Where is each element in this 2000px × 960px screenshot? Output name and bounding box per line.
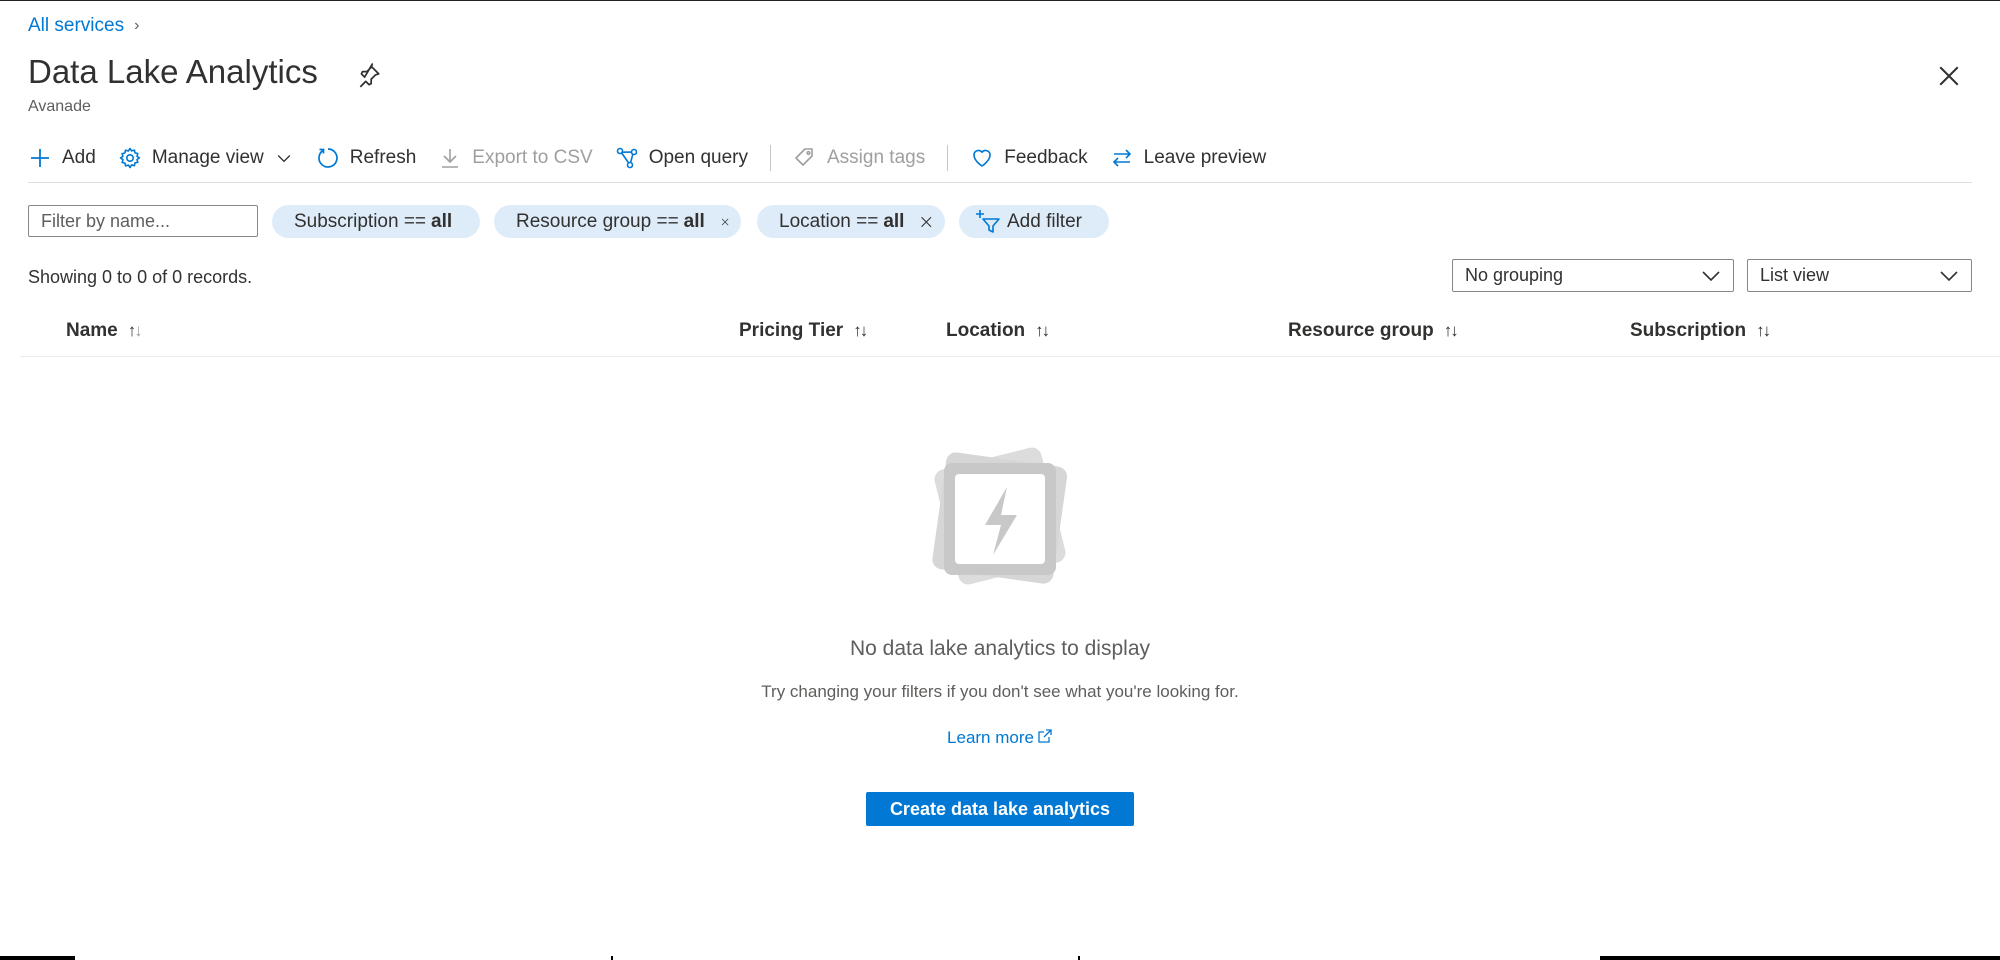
add-button[interactable]: Add	[28, 146, 96, 170]
learn-more-link-wrapper: Learn more	[0, 728, 2000, 748]
page-title: Data Lake Analytics	[28, 53, 318, 90]
location-filter-value: all	[883, 210, 905, 232]
chevron-down-icon	[1940, 270, 1958, 281]
refresh-icon	[317, 148, 338, 168]
manage-view-label: Manage view	[151, 147, 264, 168]
query-icon	[616, 147, 637, 169]
chevron-down-icon	[1702, 270, 1720, 281]
view-dropdown[interactable]: List view	[1747, 259, 1972, 292]
feedback-button[interactable]: Feedback	[970, 146, 1088, 170]
plus-icon	[31, 149, 49, 167]
heart-icon	[973, 149, 992, 167]
records-count: Showing 0 to 0 of 0 records.	[28, 267, 253, 287]
refresh-label: Refresh	[349, 147, 417, 168]
filter-by-name-input[interactable]	[28, 205, 258, 237]
learn-more-link[interactable]: Learn more	[947, 728, 1034, 747]
toolbar-divider	[769, 145, 771, 171]
column-header-pricing-tier[interactable]: Pricing Tier ↑↓	[739, 320, 868, 342]
feedback-label: Feedback	[1004, 147, 1088, 168]
export-csv-button[interactable]: Export to CSV	[438, 146, 593, 170]
column-header-location[interactable]: Location ↑↓	[946, 320, 1050, 342]
column-header-name[interactable]: Name ↑↓	[66, 320, 143, 342]
sort-icon: ↑↓	[1756, 321, 1771, 340]
remove-filter-close-icon[interactable]	[721, 214, 729, 230]
swap-icon	[1112, 149, 1131, 167]
download-icon	[442, 149, 459, 168]
column-header-label: Resource group	[1288, 320, 1434, 341]
sort-icon: ↑↓	[1035, 321, 1050, 340]
sort-icon: ↑↓	[1443, 321, 1459, 340]
open-query-button[interactable]: Open query	[615, 146, 748, 170]
add-filter-label: Add filter	[1007, 210, 1082, 232]
filter-add-icon	[976, 209, 1000, 233]
create-data-lake-analytics-button[interactable]: Create data lake analytics	[866, 792, 1134, 826]
bottom-edge	[0, 956, 2000, 960]
page-subtitle: Avanade	[28, 98, 91, 115]
open-query-label: Open query	[648, 147, 748, 168]
grouping-dropdown[interactable]: No grouping	[1452, 259, 1734, 292]
column-header-label: Name	[66, 320, 118, 341]
lightning-icon	[932, 447, 1068, 585]
grouping-selected: No grouping	[1465, 265, 1564, 285]
chevron-right-icon: ›	[134, 17, 140, 34]
location-filter-label: Location ==	[779, 210, 879, 232]
resource-group-filter-label: Resource group ==	[516, 210, 679, 232]
tag-icon	[795, 148, 813, 166]
empty-state-subtitle: Try changing your filters if you don't s…	[761, 682, 1239, 701]
subscription-filter-label: Subscription ==	[294, 210, 427, 232]
gear-icon	[119, 147, 141, 169]
remove-filter-close-icon[interactable]	[920, 214, 933, 230]
pin-icon[interactable]	[356, 63, 382, 89]
add-button-label: Add	[62, 147, 96, 168]
column-header-label: Subscription	[1630, 320, 1747, 341]
breadcrumb-all-services[interactable]: All services	[28, 15, 124, 37]
export-csv-label: Export to CSV	[472, 147, 593, 168]
resource-group-filter-pill[interactable]: Resource group == all	[494, 205, 741, 238]
column-header-label: Pricing Tier	[739, 320, 844, 341]
assign-tags-button[interactable]: Assign tags	[793, 146, 925, 170]
breadcrumb: All services ›	[28, 15, 139, 37]
column-header-label: Location	[946, 320, 1026, 341]
sort-icon: ↑↓	[853, 321, 868, 340]
view-selected: List view	[1760, 265, 1830, 285]
manage-view-button[interactable]: Manage view	[118, 146, 294, 170]
subscription-filter-pill[interactable]: Subscription == all	[272, 205, 480, 238]
assign-tags-label: Assign tags	[826, 147, 926, 168]
table-header-divider	[20, 356, 2000, 357]
column-header-subscription[interactable]: Subscription ↑↓	[1630, 320, 1771, 342]
resource-group-filter-value: all	[683, 210, 705, 232]
leave-preview-label: Leave preview	[1143, 147, 1267, 168]
location-filter-pill[interactable]: Location == all	[757, 205, 945, 238]
subscription-filter-value: all	[431, 210, 453, 232]
close-icon[interactable]	[1934, 61, 1964, 91]
refresh-button[interactable]: Refresh	[316, 146, 417, 170]
leave-preview-button[interactable]: Leave preview	[1110, 146, 1267, 170]
command-bar: Add Manage view Refresh Export to CSV Op…	[28, 140, 1288, 176]
chevron-down-icon	[277, 155, 291, 163]
add-filter-button[interactable]: Add filter	[959, 205, 1109, 238]
external-link-icon	[1038, 729, 1052, 743]
sort-icon: ↑↓	[127, 321, 143, 340]
column-header-resource-group[interactable]: Resource group ↑↓	[1288, 320, 1459, 342]
empty-state-title: No data lake analytics to display	[850, 637, 1150, 660]
toolbar-divider	[947, 145, 949, 171]
toolbar-divider-line	[28, 182, 1972, 183]
